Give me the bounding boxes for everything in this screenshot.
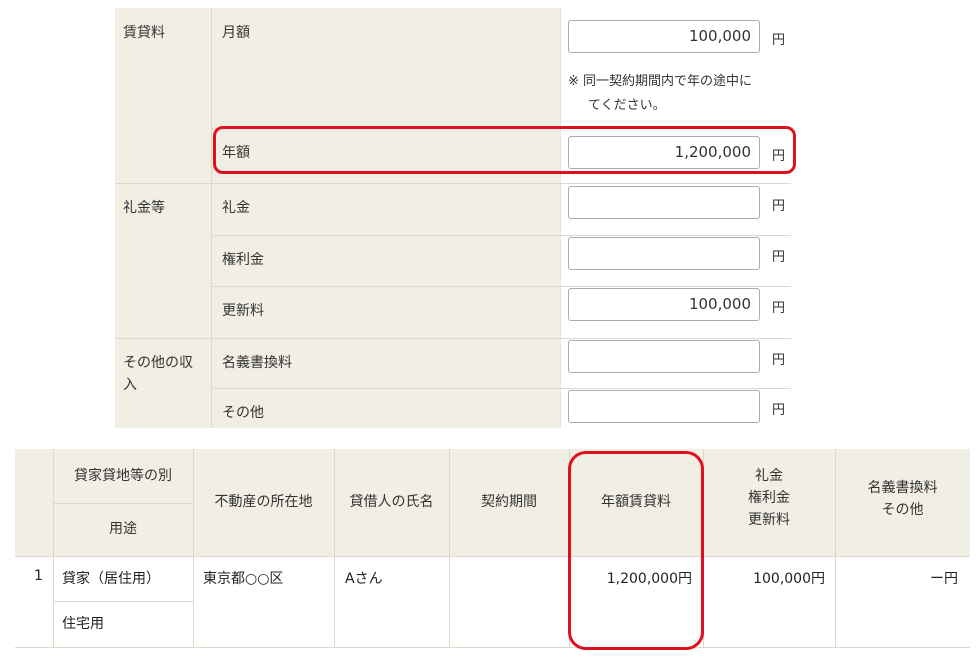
divider: [569, 449, 570, 647]
header-key-money: 礼金 権利金 更新料: [703, 449, 835, 556]
row-koshinryo: 更新料: [212, 286, 560, 338]
row-index: 1: [34, 568, 43, 584]
label-koshinryo: 更新料: [222, 303, 264, 319]
group-label-other-income: その他の収入: [123, 355, 193, 393]
reikin-input[interactable]: [568, 186, 760, 219]
row-kenrikin: 権利金: [212, 235, 560, 286]
note-line-2: てください。: [588, 98, 666, 113]
unit-yen: 円: [772, 33, 786, 48]
unit-yen: 円: [772, 353, 786, 368]
unit-yen: 円: [772, 149, 786, 164]
label-annual: 年額: [222, 145, 250, 161]
divider: [115, 338, 791, 339]
row-other: その他: [212, 388, 560, 428]
header-annual-rent-label: 年額賃貸料: [601, 494, 671, 510]
header-index: [15, 449, 53, 556]
income-form: 賃貸料 礼金等 その他の収入 月額 年額 礼金 権利金 更新料 名義書換料 その…: [115, 8, 791, 428]
label-meigi: 名義書換料: [222, 355, 292, 371]
header-period: 契約期間: [449, 449, 569, 556]
divider: [53, 503, 193, 504]
group-label-key-money: 礼金等: [123, 200, 165, 216]
divider: [53, 601, 193, 602]
header-meigi-line-1: 名義書換料: [867, 480, 938, 496]
divider: [212, 235, 791, 236]
header-location: 不動産の所在地: [193, 449, 334, 556]
divider: [115, 183, 791, 184]
meigi-input[interactable]: [568, 340, 760, 373]
divider: [193, 449, 194, 647]
cell-location: 東京都○○区: [203, 571, 284, 587]
row-annual: 年額: [212, 128, 560, 183]
header-lessee: 貸借人の氏名: [334, 449, 449, 556]
label-monthly: 月額: [222, 25, 250, 41]
divider: [212, 286, 791, 287]
row-reikin: 礼金: [212, 183, 560, 235]
cell-key-money: 100,000円: [753, 571, 825, 587]
cell-annual-rent: 1,200,000円: [606, 571, 692, 587]
cell-use: 住宅用: [62, 616, 104, 632]
header-use: 用途: [53, 503, 193, 556]
header-meigi-line-2: その他: [881, 502, 924, 518]
cell-type: 貸家（居住用）: [62, 571, 160, 587]
annual-rent-input[interactable]: 1,200,000: [568, 136, 760, 169]
header-type-label: 貸家貸地等の別: [74, 468, 172, 484]
label-kenrikin: 権利金: [222, 252, 264, 268]
group-key-money: 礼金等: [115, 183, 212, 338]
kenrikin-input[interactable]: [568, 237, 760, 270]
row-meigi: 名義書換料: [212, 338, 560, 388]
unit-yen: 円: [772, 301, 786, 316]
group-label-rent: 賃貸料: [123, 25, 165, 41]
header-key-money-line-1: 礼金: [755, 468, 783, 484]
summary-table: 貸家貸地等の別 用途 不動産の所在地 貸借人の氏名 契約期間 年額賃貸料 礼金 …: [15, 449, 970, 649]
header-lessee-label: 貸借人の氏名: [349, 494, 434, 510]
header-use-label: 用途: [109, 521, 137, 537]
divider: [15, 556, 970, 557]
koshinryo-input[interactable]: 100,000: [568, 288, 760, 321]
label-other: その他: [222, 405, 264, 421]
divider: [703, 449, 704, 647]
other-input[interactable]: [568, 390, 760, 423]
note-line-1: ※ 同一契約期間内で年の途中に: [568, 74, 753, 89]
header-key-money-line-3: 更新料: [748, 512, 790, 528]
header-location-label: 不動産の所在地: [214, 494, 313, 510]
unit-yen: 円: [772, 403, 786, 418]
header-key-money-line-2: 権利金: [748, 490, 790, 506]
label-reikin: 礼金: [222, 200, 250, 216]
header-meigi: 名義書換料 その他: [835, 449, 970, 556]
row-monthly: 月額: [212, 8, 560, 128]
unit-yen: 円: [772, 199, 786, 214]
header-period-label: 契約期間: [481, 494, 537, 510]
group-rent: 賃貸料: [115, 8, 212, 183]
divider: [212, 128, 791, 129]
divider: [15, 647, 970, 648]
header-type: 貸家貸地等の別: [53, 449, 193, 503]
note-text: ※ 同一契約期間内で年の途中に てください。: [568, 70, 791, 118]
header-annual-rent: 年額賃貸料: [569, 449, 703, 556]
cell-meigi: ー円: [930, 571, 958, 587]
divider: [53, 449, 54, 647]
divider: [449, 449, 450, 647]
unit-yen: 円: [772, 250, 786, 265]
divider: [835, 449, 836, 647]
group-other-income: その他の収入: [115, 338, 212, 428]
divider: [212, 388, 791, 389]
cell-lessee: Aさん: [345, 571, 383, 587]
monthly-rent-input[interactable]: 100,000: [568, 20, 760, 53]
divider: [334, 449, 335, 647]
